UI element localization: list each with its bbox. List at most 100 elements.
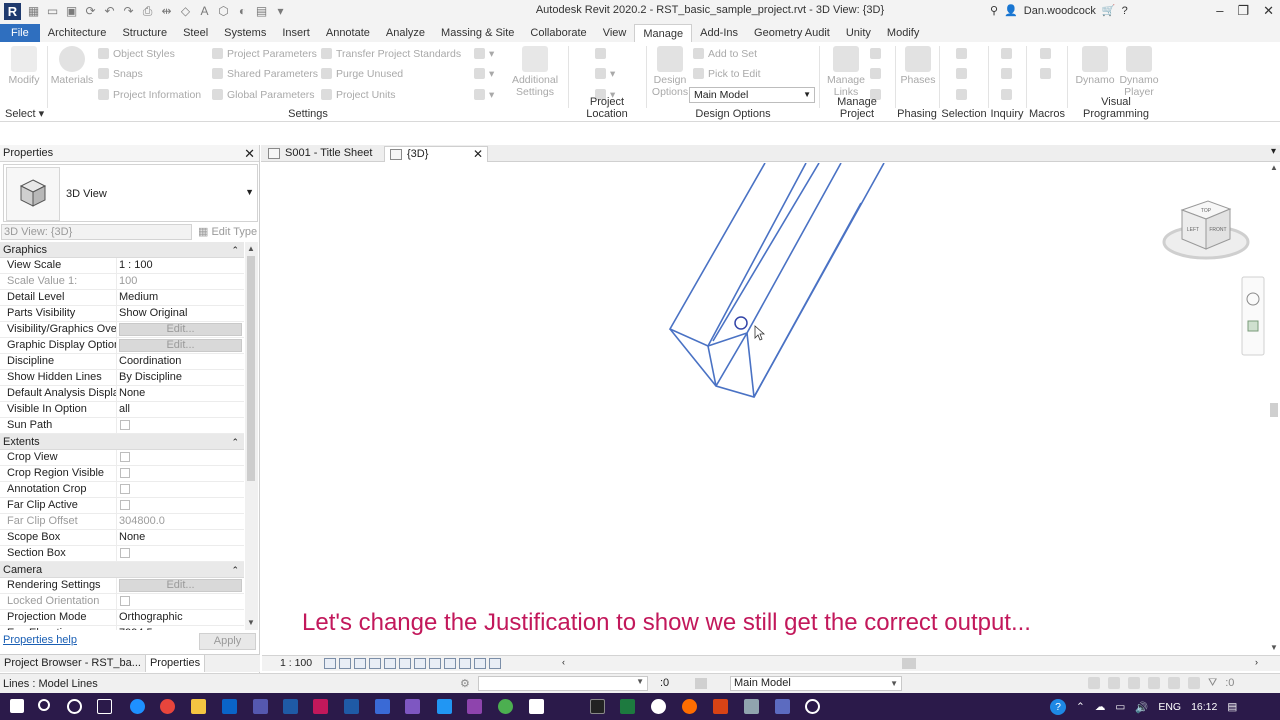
app-icon-orange[interactable] bbox=[682, 699, 697, 714]
tab-menu-icon[interactable]: ▾ bbox=[1271, 146, 1276, 157]
design-option-select[interactable]: Main Model ▼ bbox=[730, 676, 902, 691]
property-value[interactable] bbox=[117, 482, 244, 497]
modify-button[interactable]: Modify bbox=[4, 46, 44, 86]
view-3d-icon[interactable]: ⬡ bbox=[216, 4, 231, 18]
zoom-icon[interactable] bbox=[1247, 320, 1259, 332]
document-tab[interactable]: S001 - Title Sheet bbox=[263, 146, 381, 162]
sync-icon[interactable]: ⟳ bbox=[83, 4, 98, 18]
pick-to-edit-button[interactable]: Pick to Edit bbox=[693, 67, 761, 81]
property-checkbox[interactable] bbox=[120, 548, 130, 558]
restore-icon[interactable]: ❐ bbox=[1237, 3, 1249, 19]
teams-icon[interactable] bbox=[253, 699, 268, 714]
outlook-icon[interactable] bbox=[222, 699, 237, 714]
close-hidden-icon[interactable]: ▤ bbox=[254, 4, 269, 18]
tab-insert[interactable]: Insert bbox=[274, 24, 318, 42]
property-checkbox[interactable] bbox=[120, 484, 130, 494]
dynamo-player-button[interactable]: Dynamo Player bbox=[1116, 46, 1162, 98]
viewcube-left-label[interactable]: LEFT bbox=[1187, 227, 1199, 233]
settings-small-2[interactable]: ▾ bbox=[474, 67, 494, 81]
property-value[interactable]: By Discipline bbox=[117, 370, 244, 385]
reveal-hidden-icon[interactable] bbox=[459, 658, 471, 669]
scroll-up-icon[interactable]: ▲ bbox=[247, 244, 255, 253]
canvas-vertical-scrollbar[interactable]: ▲ ▼ bbox=[1267, 163, 1280, 655]
onedrive-icon[interactable]: ☁ bbox=[1095, 701, 1106, 713]
property-group-extents[interactable]: Extents ⌃ bbox=[0, 434, 244, 450]
cortana-icon[interactable] bbox=[67, 699, 82, 714]
tab-file[interactable]: File bbox=[0, 24, 40, 42]
revit-logo-icon[interactable]: R bbox=[4, 3, 21, 20]
print-icon[interactable]: ⎙ bbox=[140, 4, 155, 18]
viewcube-front-label[interactable]: FRONT bbox=[1209, 227, 1226, 233]
select-underlay-icon[interactable] bbox=[1108, 677, 1120, 689]
collapse-icon[interactable]: ⌃ bbox=[231, 562, 239, 578]
property-value[interactable]: None bbox=[117, 386, 244, 401]
drag-elements-icon[interactable] bbox=[1168, 677, 1180, 689]
property-value[interactable] bbox=[117, 466, 244, 481]
notifications-icon[interactable]: ▤ bbox=[1227, 701, 1237, 713]
tab-steel[interactable]: Steel bbox=[175, 24, 216, 42]
edit-button[interactable]: Edit... bbox=[119, 579, 242, 592]
property-value[interactable] bbox=[117, 498, 244, 513]
open-icon[interactable]: ▭ bbox=[45, 4, 60, 18]
property-checkbox[interactable] bbox=[120, 500, 130, 510]
tab-annotate[interactable]: Annotate bbox=[318, 24, 378, 42]
tab-view[interactable]: View bbox=[595, 24, 635, 42]
project-parameters-button[interactable]: Project Parameters bbox=[212, 47, 317, 61]
design-options-button[interactable]: Design Options bbox=[650, 46, 690, 98]
close-icon[interactable]: ✕ bbox=[1263, 3, 1274, 19]
property-checkbox[interactable] bbox=[120, 468, 130, 478]
viewcube-top-label[interactable]: TOP bbox=[1201, 208, 1212, 214]
redo-icon[interactable]: ↷ bbox=[121, 4, 136, 18]
tag-icon[interactable]: ◇ bbox=[178, 4, 193, 18]
minimize-icon[interactable]: – bbox=[1216, 3, 1223, 19]
vscode-icon[interactable] bbox=[437, 699, 452, 714]
document-tab[interactable]: {3D} ✕ bbox=[384, 146, 488, 162]
windows-start-icon[interactable] bbox=[10, 699, 24, 713]
user-name[interactable]: Dan.woodcock bbox=[1024, 5, 1096, 17]
inquiry-small-2[interactable] bbox=[1001, 67, 1016, 81]
navisworks-icon[interactable] bbox=[375, 699, 390, 714]
edge-icon[interactable] bbox=[130, 699, 145, 714]
worksharing-icon[interactable] bbox=[474, 658, 486, 669]
selection-small-1[interactable] bbox=[956, 47, 971, 61]
app-icon-blue[interactable] bbox=[775, 699, 790, 714]
property-value[interactable] bbox=[117, 594, 244, 609]
materials-button[interactable]: Materials bbox=[50, 46, 94, 86]
macro-manager-button[interactable] bbox=[1040, 47, 1055, 61]
help-tray-icon[interactable]: ? bbox=[1050, 699, 1066, 715]
property-checkbox[interactable] bbox=[120, 452, 130, 462]
scroll-down-icon[interactable]: ▼ bbox=[247, 618, 255, 627]
tab-project-browser[interactable]: Project Browser - RST_ba... bbox=[0, 655, 145, 672]
select-pinned-icon[interactable] bbox=[1128, 677, 1140, 689]
property-value[interactable]: Coordination bbox=[117, 354, 244, 369]
project-information-button[interactable]: Project Information bbox=[98, 88, 201, 102]
home-icon[interactable]: ▦ bbox=[26, 4, 41, 18]
channel-section-model-lines[interactable] bbox=[668, 163, 885, 398]
analytical-model-icon[interactable] bbox=[489, 658, 501, 669]
type-selector[interactable]: 3D View ▼ bbox=[3, 164, 258, 222]
inquiry-small-3[interactable] bbox=[1001, 88, 1016, 102]
selection-small-3[interactable] bbox=[956, 88, 971, 102]
binoculars-icon[interactable]: ⚲ bbox=[990, 4, 998, 17]
edit-button[interactable]: Edit... bbox=[119, 339, 242, 352]
tab-analyze[interactable]: Analyze bbox=[378, 24, 433, 42]
project-units-button[interactable]: Project Units bbox=[321, 88, 396, 102]
scroll-left-icon[interactable]: ‹ bbox=[562, 657, 565, 667]
language-indicator[interactable]: ENG bbox=[1158, 701, 1181, 713]
task-view-icon[interactable] bbox=[97, 699, 112, 714]
undo-icon[interactable]: ↶ bbox=[102, 4, 117, 18]
main-model-select[interactable]: Main Model ▼ bbox=[689, 87, 815, 103]
drawing-area[interactable]: TOP LEFT FRONT Let's change the Justific… bbox=[262, 163, 1267, 655]
revit-active-icon[interactable] bbox=[313, 699, 328, 714]
property-group-graphics[interactable]: Graphics ⌃ bbox=[0, 242, 244, 258]
apply-button[interactable]: Apply bbox=[199, 633, 256, 650]
shared-parameters-button[interactable]: Shared Parameters bbox=[212, 67, 318, 81]
tab-structure[interactable]: Structure bbox=[114, 24, 175, 42]
property-checkbox[interactable] bbox=[120, 420, 130, 430]
search-icon[interactable] bbox=[38, 699, 50, 711]
tab-collaborate[interactable]: Collaborate bbox=[522, 24, 594, 42]
measure-icon[interactable]: ⇹ bbox=[159, 4, 174, 18]
rendering-icon[interactable] bbox=[384, 658, 396, 669]
show-crop-icon[interactable] bbox=[414, 658, 426, 669]
close-icon[interactable]: ✕ bbox=[244, 145, 255, 162]
